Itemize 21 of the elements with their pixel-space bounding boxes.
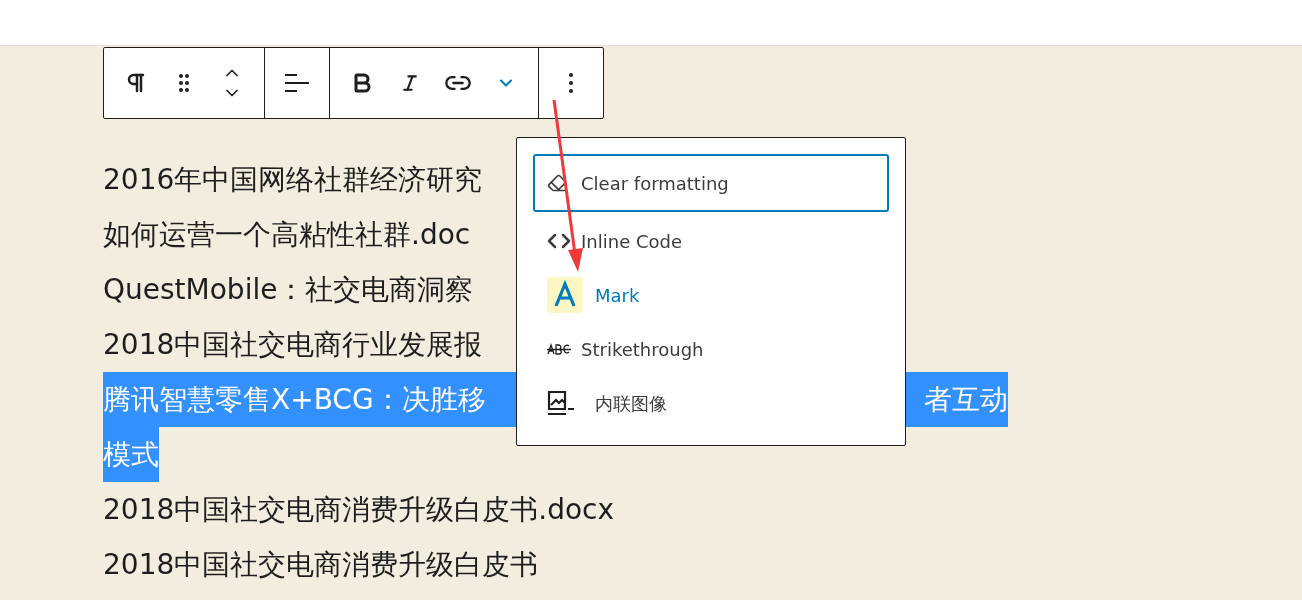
paragraph-text: 模式 [103,427,159,482]
paragraph-text: 者互动 [924,382,1008,418]
paragraph-text: 2018中国社交电商行业发展报 [103,327,483,363]
image-icon [547,390,575,416]
menu-item[interactable]: Clear formatting [533,154,889,212]
paragraph-text: 2018中国社交电商消费升级白皮书.docx [103,492,615,528]
menu-item[interactable]: Strikethrough [533,324,889,374]
paragraph-text: 腾讯智慧零售X+BCG：决胜移 [103,382,486,418]
align-icon [284,72,310,94]
eraser-icon [547,173,567,193]
paragraph-text: 2016年中国网络社群经济研究 [103,162,483,198]
menu-item[interactable]: 内联图像 [533,378,889,428]
menu-item[interactable]: Mark [533,270,889,320]
strikethrough-icon [547,343,571,355]
paragraph-text: 2018中国社交电商消费升级白皮书 [103,547,539,583]
paragraph-text: QuestMobile：社交电商洞察 [103,272,474,308]
italic-icon [400,73,420,93]
options-icon [569,73,573,93]
paragraph-text: 如何运营一个高粘性社群.doc [103,217,471,253]
menu-item[interactable]: Inline Code [533,216,889,266]
highlight-a-icon [547,277,583,313]
